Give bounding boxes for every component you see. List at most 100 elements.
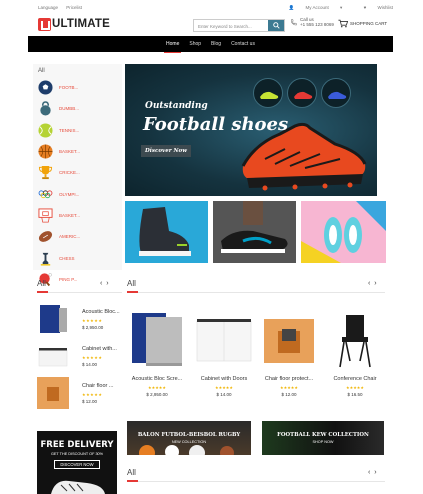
product-image: [339, 315, 371, 368]
american-football-icon: [38, 229, 53, 244]
category-sidebar: All FOOTB... DUMBB... TENNIS... BASKET..…: [33, 64, 122, 286]
banner-sneaker-pink[interactable]: [301, 201, 386, 263]
category-item[interactable]: TENNIS...: [33, 120, 122, 141]
next-arrow-icon[interactable]: ›: [106, 280, 108, 287]
shoe-image: [51, 480, 105, 494]
promo-title: FOOTBALL KEW COLLECTION: [277, 432, 369, 438]
product-image: [132, 313, 182, 366]
prev-arrow-icon[interactable]: ‹: [368, 469, 370, 476]
contact-info: Call us +1 555 123 8069: [290, 17, 334, 27]
free-delivery-banner[interactable]: FREE DELIVERY GET THE DISCOUNT OF 30% DI…: [37, 431, 117, 494]
product-image: [37, 377, 69, 409]
shopping-cart[interactable]: SHOPPING CART: [338, 19, 387, 28]
search-input[interactable]: Enter Keyword to Search...: [194, 20, 268, 31]
product-card[interactable]: Acoustic Bloc Scre... ★★★★★ $ 2,950.00: [126, 308, 188, 403]
logo-mark: [38, 17, 51, 31]
product-image: [40, 305, 67, 333]
products-arrows: ‹ ›: [368, 280, 377, 287]
hero-title: Football shoes: [143, 114, 289, 135]
promo-subtitle: SHOP NOW: [312, 440, 334, 444]
hero-subtitle: Outstanding: [145, 101, 208, 111]
product-card[interactable]: Cabinet with Doors ★★★★★ $ 14.00: [193, 308, 255, 403]
category-item[interactable]: BASKET...: [33, 141, 122, 162]
top-account-links: 👤 My Account ▾ ♥ Wishlist: [269, 5, 393, 11]
section-underline: [127, 291, 138, 293]
phone-icon: [291, 18, 297, 25]
banner-sneaker-dark[interactable]: [213, 201, 296, 263]
category-item[interactable]: CRICKE...: [33, 162, 122, 183]
discover-now-button[interactable]: DISCOVER NOW: [54, 460, 100, 469]
nav-shop[interactable]: Shop: [187, 41, 203, 47]
sneaker-image: [301, 201, 386, 263]
nav-blog[interactable]: Blog: [209, 41, 223, 47]
chess-icon: [38, 251, 53, 266]
heart-icon: ♥: [363, 5, 367, 10]
category-item[interactable]: FOOTB...: [33, 77, 122, 98]
basketball-hoop-icon: [38, 208, 53, 223]
olympic-rings-icon: [38, 187, 53, 202]
section-underline: [127, 480, 138, 482]
category-item[interactable]: BASKET...: [33, 205, 122, 226]
category-item[interactable]: OLYMPI...: [33, 183, 122, 204]
nav-home[interactable]: Home: [164, 41, 182, 53]
logo[interactable]: ULTIMATE: [38, 16, 110, 32]
products-title: All: [127, 279, 136, 288]
basketball-icon: [38, 144, 53, 159]
banner-sneaker-blue[interactable]: [125, 201, 208, 263]
bottom-arrows: ‹ ›: [368, 469, 377, 476]
hero-banner[interactable]: Outstanding Football shoes Discover Now: [125, 64, 377, 196]
product-card[interactable]: Chair floor protect... ★★★★★ $ 12.00: [258, 308, 320, 403]
bottom-section-title: All: [127, 468, 136, 477]
search-button[interactable]: [268, 20, 284, 31]
product-image: [264, 319, 314, 363]
cart-label: SHOPPING CART: [350, 21, 388, 26]
list-item[interactable]: Cabinet with... ★★★★★ $ 14.00: [37, 340, 122, 380]
logo-text: ULTIMATE: [52, 18, 111, 30]
delivery-title: FREE DELIVERY: [40, 440, 114, 450]
prev-arrow-icon[interactable]: ‹: [100, 280, 102, 287]
product-card[interactable]: Conference Chair ★★★★★ $ 16.50: [324, 308, 386, 403]
top-links: Language Pricelist: [38, 5, 89, 10]
left-list-title: All: [37, 279, 46, 288]
delivery-subtitle: GET THE DISCOUNT OF 30%: [50, 452, 104, 456]
trophy-icon: [38, 165, 53, 180]
kettlebell-icon: [38, 101, 53, 116]
product-image: [38, 348, 68, 367]
main-nav: Home Shop Blog Contact us: [28, 36, 393, 53]
promo-subtitle: NEW COLLECTION: [171, 440, 207, 444]
category-item[interactable]: DUMBB...: [33, 98, 122, 119]
divider: [37, 292, 122, 293]
tennis-ball-icon: [38, 123, 53, 138]
pricelist-link[interactable]: Pricelist: [66, 5, 82, 10]
phone-number[interactable]: +1 555 123 8069: [300, 22, 334, 27]
promo-banner[interactable]: BALON FUTBOL-BEISBOL RUGBY NEW COLLECTIO…: [127, 421, 251, 455]
search-icon: [272, 22, 280, 29]
sneaker-image: [213, 201, 296, 263]
chevron-down-icon: ▾: [340, 5, 343, 10]
promo-banner[interactable]: FOOTBALL KEW COLLECTION SHOP NOW: [262, 421, 384, 455]
left-list-arrows: ‹ ›: [100, 280, 109, 287]
next-arrow-icon[interactable]: ›: [374, 469, 376, 476]
cart-icon: [338, 19, 348, 28]
sidebar-title: All: [38, 68, 45, 74]
nav-contact[interactable]: Contact us: [229, 41, 257, 47]
discover-now-button[interactable]: Discover Now: [141, 145, 191, 157]
prev-arrow-icon[interactable]: ‹: [368, 280, 370, 287]
language-link[interactable]: Language: [38, 5, 58, 10]
search-box: Enter Keyword to Search...: [193, 19, 285, 32]
user-icon: 👤: [288, 5, 295, 10]
sneaker-image: [139, 207, 191, 256]
category-item[interactable]: CHESS: [33, 247, 122, 268]
category-item[interactable]: AMERIC...: [33, 226, 122, 247]
divider: [127, 292, 385, 293]
wishlist-link[interactable]: ♥ Wishlist: [354, 5, 393, 10]
product-image: [196, 319, 252, 362]
next-arrow-icon[interactable]: ›: [374, 280, 376, 287]
football-icon: [38, 80, 53, 95]
my-account-link[interactable]: 👤 My Account ▾: [279, 5, 344, 10]
list-item[interactable]: Acoustic Bloc... ★★★★★ $ 2,950.00: [37, 303, 122, 343]
divider: [127, 481, 385, 482]
list-item[interactable]: Chair floor ... ★★★★★ $ 12.00: [37, 377, 122, 417]
section-underline: [37, 291, 48, 293]
promo-title: BALON FUTBOL-BEISBOL RUGBY: [137, 432, 241, 438]
